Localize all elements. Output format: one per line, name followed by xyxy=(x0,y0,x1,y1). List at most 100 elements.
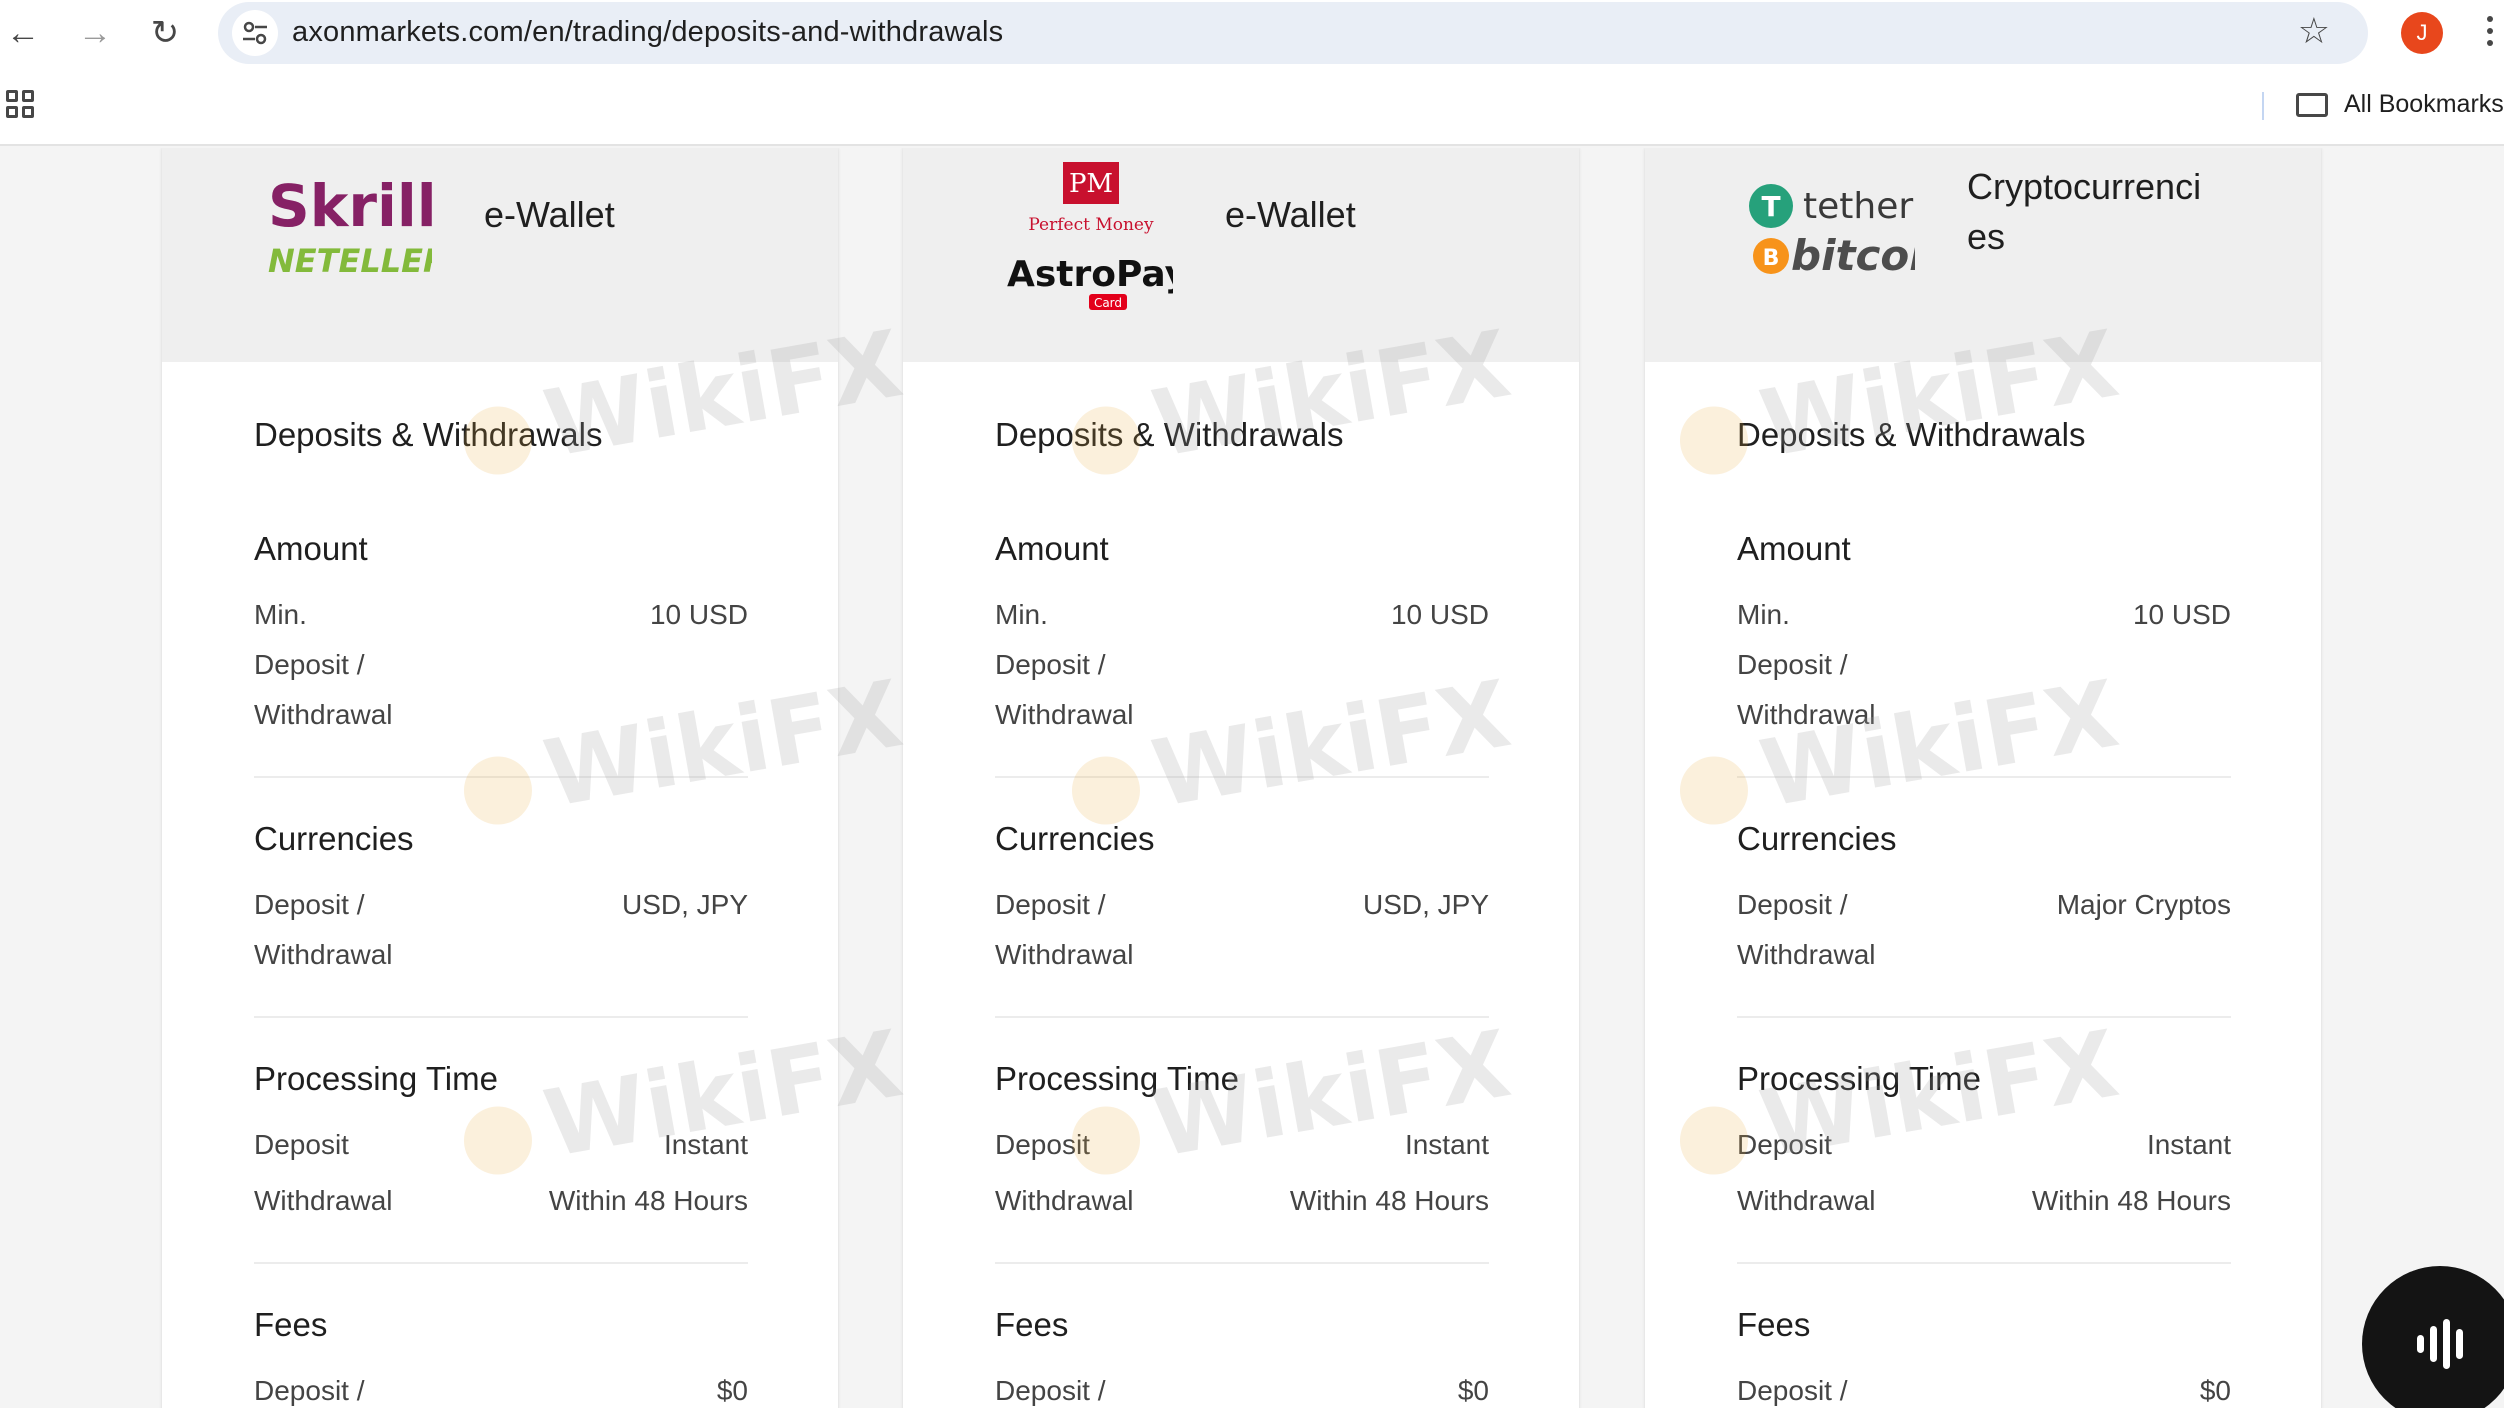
currencies-heading: Currencies xyxy=(995,820,1155,857)
divider xyxy=(995,1262,1489,1264)
deposits-withdrawals-heading: Deposits & Withdrawals xyxy=(1737,416,2086,453)
bookmarks-bar: All Bookmarks xyxy=(0,66,2504,146)
skrill-neteller-logo: Skrill NETELLER xyxy=(268,172,432,280)
deposit-time-value: Instant xyxy=(2146,1129,2231,1160)
svg-text:Perfect Money: Perfect Money xyxy=(1028,215,1154,235)
currencies-value: USD, JPY xyxy=(621,889,748,920)
svg-text:Skrill: Skrill xyxy=(268,172,432,240)
fees-value: $0 xyxy=(1457,1375,1489,1406)
deposits-withdrawals-heading: Deposits & Withdrawals xyxy=(995,416,1344,453)
amount-label-line3: Withdrawal xyxy=(1737,699,1876,730)
method-label: e-Wallet xyxy=(484,194,615,235)
deposits-withdrawals-heading: Deposits & Withdrawals xyxy=(254,416,603,453)
withdrawal-time-value: Within 48 Hours xyxy=(1289,1185,1489,1216)
payment-card-perfectmoney-astropay: PM Perfect Money AstroPay Card e-Wallet … xyxy=(903,148,1579,1408)
amount-label-line2: Deposit / xyxy=(1737,649,1848,680)
divider xyxy=(254,1016,748,1018)
deposit-label: Deposit xyxy=(995,1129,1090,1160)
currencies-value: USD, JPY xyxy=(1362,889,1489,920)
currencies-heading: Currencies xyxy=(254,820,414,857)
amount-label-line2: Deposit / xyxy=(995,649,1106,680)
fees-value: $0 xyxy=(2199,1375,2231,1406)
site-info-icon[interactable] xyxy=(232,10,278,56)
svg-text:Card: Card xyxy=(1094,296,1122,310)
fees-heading: Fees xyxy=(1737,1306,1811,1343)
svg-text:bitcoin: bitcoin xyxy=(1791,231,1915,280)
svg-text:PM: PM xyxy=(1069,169,1113,199)
svg-text:AstroPay: AstroPay xyxy=(1007,254,1173,295)
processing-time-heading: Processing Time xyxy=(1737,1060,1981,1097)
divider xyxy=(1737,776,2231,778)
amount-label-line1: Min. xyxy=(1737,599,1790,630)
amount-label-line1: Min. xyxy=(254,599,307,630)
currencies-value: Major Cryptos xyxy=(2056,889,2231,920)
deposit-label: Deposit xyxy=(254,1129,349,1160)
withdrawal-time-value: Within 48 Hours xyxy=(2031,1185,2231,1216)
fees-heading: Fees xyxy=(995,1306,1069,1343)
url-text[interactable]: axonmarkets.com/en/trading/deposits-and-… xyxy=(292,16,1003,49)
amount-heading: Amount xyxy=(1737,530,1851,567)
withdrawal-time-value: Within 48 Hours xyxy=(548,1185,748,1216)
audio-waveform-icon xyxy=(2417,1319,2463,1369)
bookmark-star-icon[interactable]: ☆ xyxy=(2298,10,2330,52)
method-label: Cryptocurrenci es xyxy=(1967,162,2267,262)
bookmarks-separator xyxy=(2262,92,2264,120)
address-bar[interactable]: axonmarkets.com/en/trading/deposits-and-… xyxy=(218,2,2368,64)
processing-time-heading: Processing Time xyxy=(995,1060,1239,1097)
svg-text:tether: tether xyxy=(1803,186,1913,227)
method-label-line1: Cryptocurrenci xyxy=(1967,166,2202,207)
currencies-label-line1: Deposit / xyxy=(254,889,365,920)
deposit-time-value: Instant xyxy=(663,1129,748,1160)
back-arrow-icon[interactable]: ← xyxy=(0,10,46,56)
folder-icon xyxy=(2296,92,2328,117)
fees-heading: Fees xyxy=(254,1306,328,1343)
amount-value: 10 USD xyxy=(1390,599,1489,630)
svg-text:NETELLER: NETELLER xyxy=(268,242,432,280)
reload-icon[interactable]: ↻ xyxy=(142,10,188,56)
browser-toolbar: ← → ↻ axonmarkets.com/en/trading/deposit… xyxy=(0,0,2504,66)
amount-heading: Amount xyxy=(995,530,1109,567)
forward-arrow-icon[interactable]: → xyxy=(72,10,118,56)
amount-label-line1: Min. xyxy=(995,599,1048,630)
fees-label: Deposit / xyxy=(995,1375,1106,1406)
method-label-line2: es xyxy=(1967,216,2006,257)
currencies-label-line1: Deposit / xyxy=(995,889,1106,920)
amount-label-line3: Withdrawal xyxy=(995,699,1134,730)
svg-text:B: B xyxy=(1763,246,1780,271)
divider xyxy=(995,776,1489,778)
withdrawal-label: Withdrawal xyxy=(995,1185,1134,1216)
perfectmoney-astropay-logo: PM Perfect Money AstroPay Card xyxy=(1007,162,1173,310)
processing-time-heading: Processing Time xyxy=(254,1060,498,1097)
menu-kebab-icon[interactable] xyxy=(2486,16,2494,50)
tether-bitcoin-logo: T tether B bitcoin xyxy=(1749,184,1915,280)
amount-value: 10 USD xyxy=(2132,599,2231,630)
all-bookmarks-label: All Bookmarks xyxy=(2344,90,2504,118)
divider xyxy=(254,776,748,778)
profile-avatar[interactable]: J xyxy=(2401,12,2443,54)
fees-label: Deposit / xyxy=(1737,1375,1848,1406)
apps-grid-icon[interactable] xyxy=(6,90,34,118)
withdrawal-label: Withdrawal xyxy=(1737,1185,1876,1216)
currencies-label-line2: Withdrawal xyxy=(995,939,1134,970)
currencies-label-line1: Deposit / xyxy=(1737,889,1848,920)
amount-value: 10 USD xyxy=(649,599,748,630)
page-content: Skrill NETELLER e-Wallet Deposits & With… xyxy=(0,148,2504,1408)
fees-value: $0 xyxy=(716,1375,748,1406)
divider xyxy=(995,1016,1489,1018)
amount-label-line2: Deposit / xyxy=(254,649,365,680)
payment-card-crypto: T tether B bitcoin Cryptocurrenci es Dep… xyxy=(1645,148,2321,1408)
deposit-label: Deposit xyxy=(1737,1129,1832,1160)
deposit-time-value: Instant xyxy=(1404,1129,1489,1160)
all-bookmarks-button[interactable]: All Bookmarks xyxy=(2296,90,2504,119)
currencies-heading: Currencies xyxy=(1737,820,1897,857)
payment-card-skrill-neteller: Skrill NETELLER e-Wallet Deposits & With… xyxy=(162,148,838,1408)
divider xyxy=(254,1262,748,1264)
card-header: PM Perfect Money AstroPay Card e-Wallet xyxy=(903,148,1579,362)
amount-heading: Amount xyxy=(254,530,368,567)
method-label: e-Wallet xyxy=(1225,194,1356,235)
currencies-label-line2: Withdrawal xyxy=(1737,939,1876,970)
fees-label: Deposit / xyxy=(254,1375,365,1406)
withdrawal-label: Withdrawal xyxy=(254,1185,393,1216)
svg-text:T: T xyxy=(1761,190,1780,223)
amount-label-line3: Withdrawal xyxy=(254,699,393,730)
